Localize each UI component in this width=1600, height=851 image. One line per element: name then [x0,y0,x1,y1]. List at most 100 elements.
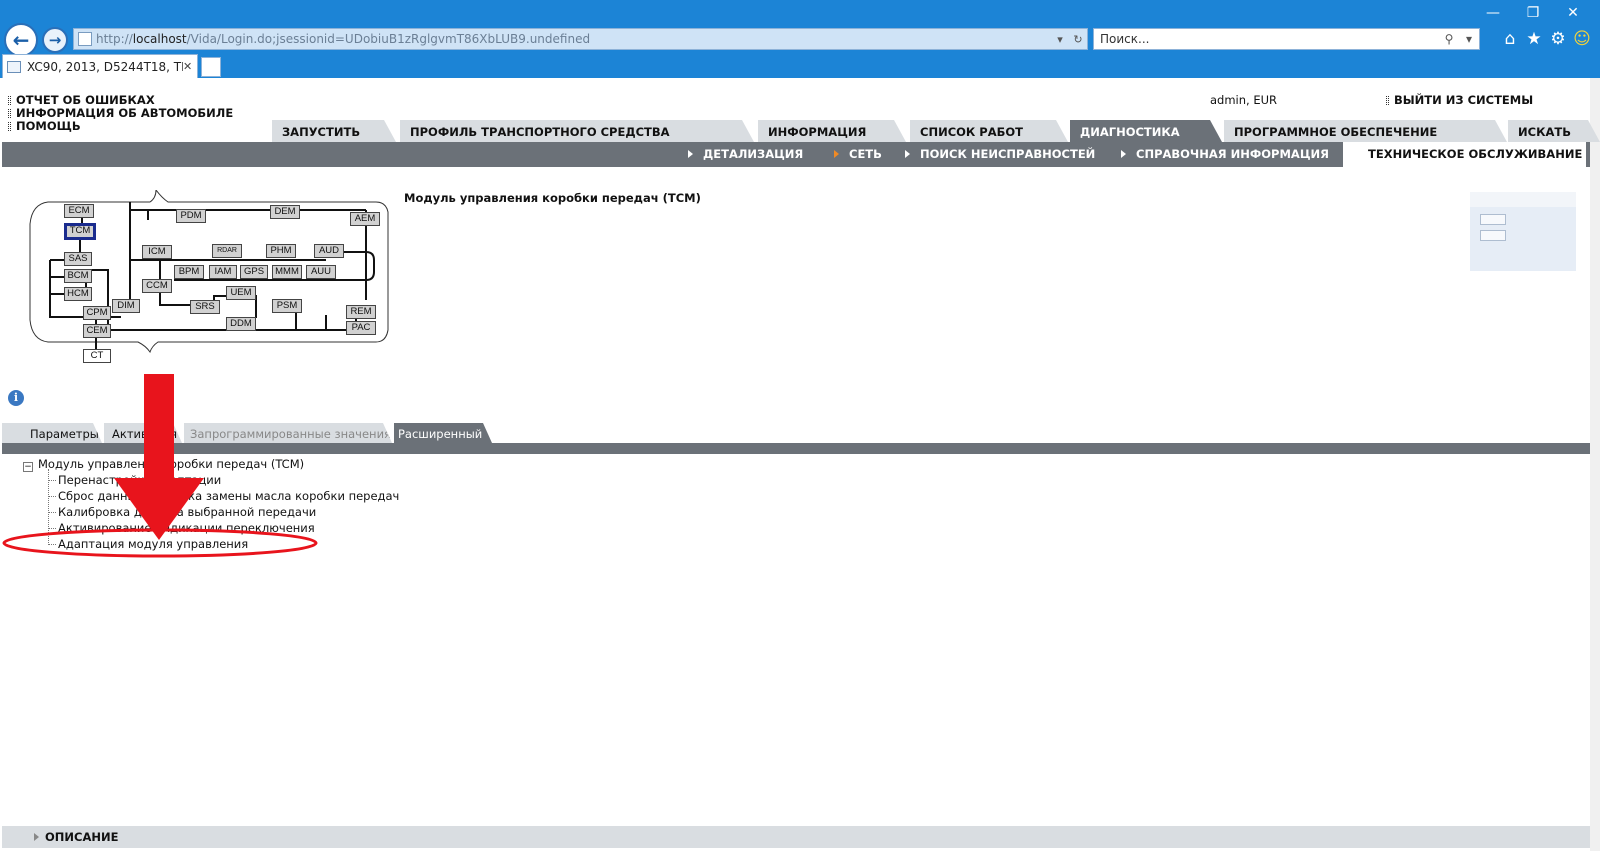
search-icon[interactable]: ⚲ [1439,32,1459,46]
subnav-maintenance[interactable]: ТЕХНИЧЕСКОЕ ОБСЛУЖИВАНИЕ [1343,142,1586,167]
bullet-icon [8,122,11,131]
forward-icon: → [48,31,62,49]
battery-icon[interactable] [1480,214,1506,225]
tab-diagnostics[interactable]: ДИАГНОСТИКА [1070,120,1222,142]
node-icm[interactable]: ICM [142,245,172,259]
search-input[interactable]: Поиск... [1100,32,1439,46]
subnav-reference[interactable]: СПРАВОЧНАЯ ИНФОРМАЦИЯ [1121,147,1329,161]
subnav-troubleshooting-label: ПОИСК НЕИСПРАВНОСТЕЙ [920,147,1096,161]
arrow-right-icon [834,150,839,158]
url-text[interactable]: http://localhost/Vida/Login.do;jsessioni… [96,32,1051,46]
node-hcm[interactable]: HCM [64,287,92,301]
bullet-icon [8,96,11,105]
tab-vehicle-profile[interactable]: ПРОФИЛЬ ТРАНСПОРТНОГО СРЕДСТВА [400,120,754,142]
tree-item[interactable]: Сброс данных счетчика замены масла короб… [58,489,399,503]
collapse-icon[interactable]: − [23,462,33,472]
node-srs[interactable]: SRS [190,300,220,314]
tree-root-label: Модуль управления коробки передач (TCM) [38,457,305,471]
refresh-icon[interactable]: ↻ [1069,33,1087,46]
tree-item[interactable]: Перенастройка адаптации [58,473,221,487]
node-pdm[interactable]: PDM [176,209,206,223]
node-cem[interactable]: CEM [83,324,111,338]
subtab-parameters[interactable]: Параметры [2,423,102,443]
subtab-activation[interactable]: Активация [104,423,182,443]
bullet-icon [1386,96,1389,105]
node-cpm[interactable]: CPM [83,306,111,320]
tab-search[interactable]: ИСКАТЬ [1508,120,1600,142]
node-rdar[interactable]: RDAR [212,244,242,258]
close-tab-icon[interactable]: ✕ [183,60,197,73]
node-dim[interactable]: DIM [112,299,140,313]
tab-start[interactable]: ЗАПУСТИТЬ [272,120,396,142]
node-phm[interactable]: PHM [266,244,296,258]
node-aud[interactable]: AUD [314,244,344,258]
arrow-right-icon [688,150,693,158]
subnav-network-label: СЕТЬ [849,147,882,161]
logout-link[interactable]: ВЫЙТИ ИЗ СИСТЕМЫ [1386,93,1533,107]
node-ccm[interactable]: CCM [142,279,172,293]
description-panel[interactable]: ОПИСАНИЕ [2,826,1590,848]
url-prefix: http:// [96,32,133,46]
vehicle-info-link[interactable]: ИНФОРМАЦИЯ ОБ АВТОМОБИЛЕ [8,106,233,120]
node-uem[interactable]: UEM [226,286,256,300]
node-auu[interactable]: AUU [306,265,336,279]
tree-item[interactable]: Активирование индикации переключения [58,521,315,535]
tree-item[interactable]: Калибровка датчика выбранной передачи [58,505,316,519]
help-link[interactable]: ПОМОЩЬ [8,119,81,133]
gear-icon[interactable]: ⚙ [1548,29,1568,49]
close-icon[interactable]: ✕ [1562,4,1584,22]
tool-panel [1470,192,1576,271]
subnav-details[interactable]: ДЕТАЛИЗАЦИЯ [688,147,803,161]
node-iam[interactable]: IAM [209,265,237,279]
tab-software[interactable]: ПРОГРАММНОЕ ОБЕСПЕЧЕНИЕ [1224,120,1507,142]
info-icon[interactable]: i [8,390,24,406]
node-ct[interactable]: CT [83,349,111,363]
description-label: ОПИСАНИЕ [45,830,119,844]
search-box[interactable]: Поиск... ⚲ ▾ [1093,28,1480,50]
node-aem[interactable]: AEM [350,212,380,226]
back-button[interactable]: ← [4,23,38,57]
browser-tab[interactable]: XC90, 2013, D5244T18, TF-8... ✕ [2,54,198,78]
chevron-down-icon[interactable]: ▾ [1051,33,1069,46]
address-bar[interactable]: http://localhost/Vida/Login.do;jsessioni… [73,28,1088,50]
tree-connector [48,496,56,497]
star-icon[interactable]: ★ [1524,29,1544,49]
vehicle-info-label: ИНФОРМАЦИЯ ОБ АВТОМОБИЛЕ [16,106,234,120]
module-title: Модуль управления коробки передач (TCM) [404,191,701,205]
subnav-troubleshooting[interactable]: ПОИСК НЕИСПРАВНОСТЕЙ [905,147,1095,161]
new-tab-button[interactable] [201,57,221,77]
subnav-network[interactable]: СЕТЬ [834,147,882,161]
node-bcm[interactable]: BCM [64,269,92,283]
subtab-programmed-values[interactable]: Запрограммированные значения [184,423,392,443]
tab-work-list[interactable]: СПИСОК РАБОТ [910,120,1068,142]
tree-item-control-module-adaptation[interactable]: Адаптация модуля управления [58,537,248,551]
forward-button[interactable]: → [42,27,68,53]
chevron-down-icon[interactable]: ▾ [1459,32,1479,46]
node-rem[interactable]: REM [346,305,376,319]
error-report-link[interactable]: ОТЧЕТ ОБ ОШИБКАХ [8,93,155,107]
node-psm[interactable]: PSM [272,299,302,313]
network-diagram: ECM TCM SAS BCM HCM CPM CEM CT DIM PDM D… [26,190,396,375]
node-ddm[interactable]: DDM [226,317,256,331]
node-bpm[interactable]: BPM [174,265,204,279]
node-dem[interactable]: DEM [270,205,300,219]
tool-panel-header [1470,192,1576,207]
node-mmm[interactable]: MMM [272,265,302,279]
node-tcm[interactable]: TCM [64,223,96,240]
scrollbar[interactable] [1590,78,1600,851]
restore-icon[interactable]: ❐ [1522,4,1544,22]
smiley-icon[interactable]: ☺ [1572,29,1592,49]
node-gps[interactable]: GPS [240,265,268,279]
tab-information[interactable]: ИНФОРМАЦИЯ [758,120,906,142]
node-ecm[interactable]: ECM [64,204,94,218]
subtab-bar [2,443,1590,454]
subtab-advanced[interactable]: Расширенный [394,423,492,443]
node-sas[interactable]: SAS [64,252,92,266]
url-path: /Vida/Login.do;jsessionid=UDobiuB1zRglgv… [186,32,591,46]
minimize-icon[interactable]: — [1482,4,1504,22]
key-icon[interactable] [1480,230,1506,241]
node-pac[interactable]: PAC [346,321,376,335]
tree-root[interactable]: − Модуль управления коробки передач (TCM) [23,457,304,472]
home-icon[interactable]: ⌂ [1500,29,1520,49]
tree-connector [48,512,56,513]
